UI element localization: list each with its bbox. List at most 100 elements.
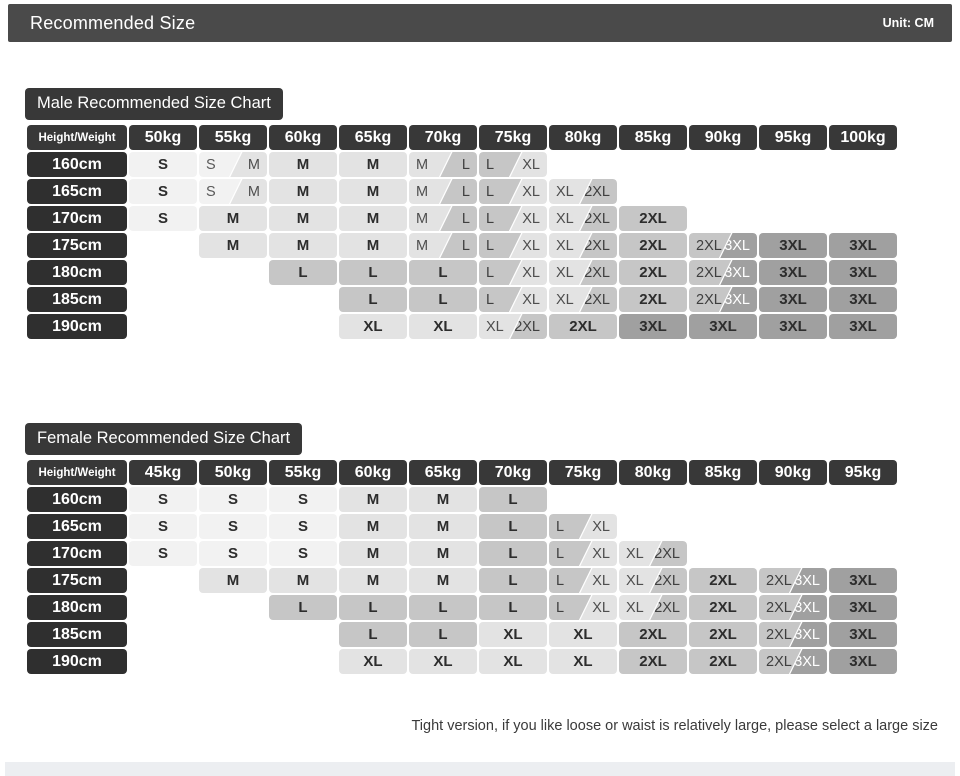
- table-row: 160cm S M S M M L M XL L: [27, 152, 897, 177]
- size-cell-split: 2XL XL: [619, 568, 687, 593]
- weight-header-cell: 65kg: [339, 125, 407, 150]
- footer-bar: [5, 762, 955, 776]
- size-cell-empty: [759, 541, 827, 566]
- table-header-row: Height/Weight 50kg 55kg 60kg 65kg 70kg 75kg 80k…: [27, 125, 897, 150]
- size-cell: L: [339, 260, 407, 285]
- size-cell-empty: [199, 314, 267, 339]
- size-cell: 3XL: [829, 314, 897, 339]
- size-cell-split: 3XL 2XL: [759, 649, 827, 674]
- weight-header-cell: 60kg: [339, 460, 407, 485]
- weight-header-cell: 75kg: [549, 460, 617, 485]
- size-cell: XL: [549, 649, 617, 674]
- size-cell-split: 3XL 2XL: [689, 287, 757, 312]
- size-cell: 2XL: [619, 287, 687, 312]
- height-header-cell: 185cm: [27, 287, 127, 312]
- size-cell-split: XL L: [479, 287, 547, 312]
- weight-header-cell: 65kg: [409, 460, 477, 485]
- size-cell-empty: [129, 649, 197, 674]
- weight-header-cell: 100kg: [829, 125, 897, 150]
- table-row: 165cm S M S M M L M XL L 2XL XL: [27, 179, 897, 204]
- height-header-cell: 190cm: [27, 314, 127, 339]
- height-header-cell: 175cm: [27, 568, 127, 593]
- size-cell-empty: [829, 541, 897, 566]
- height-header-cell: 170cm: [27, 206, 127, 231]
- weight-header-cell: 90kg: [689, 125, 757, 150]
- size-cell-empty: [549, 152, 617, 177]
- size-cell-split: 3XL 2XL: [759, 622, 827, 647]
- size-cell: L: [479, 595, 547, 620]
- size-cell-empty: [619, 179, 687, 204]
- size-cell: 2XL: [549, 314, 617, 339]
- corner-header-cell: Height/Weight: [27, 460, 127, 485]
- size-cell-split: XL L: [479, 260, 547, 285]
- size-cell-empty: [619, 487, 687, 512]
- size-cell: 3XL: [759, 314, 827, 339]
- size-cell-empty: [829, 179, 897, 204]
- weight-header-cell: 95kg: [829, 460, 897, 485]
- size-cell: 2XL: [689, 649, 757, 674]
- size-cell: XL: [549, 622, 617, 647]
- size-cell: M: [339, 206, 407, 231]
- size-cell: 3XL: [619, 314, 687, 339]
- table-row: 175cm M M M M L XL L 2XL XL 2XL 3XL 2XL 3XL: [27, 568, 897, 593]
- size-cell: L: [409, 595, 477, 620]
- page-header-bar: Recommended Size Unit: CM: [8, 4, 952, 42]
- size-cell-split: XL L: [479, 206, 547, 231]
- corner-header-cell: Height/Weight: [27, 125, 127, 150]
- height-header-cell: 165cm: [27, 179, 127, 204]
- height-header-cell: 185cm: [27, 622, 127, 647]
- size-cell: S: [269, 541, 337, 566]
- size-cell: 2XL: [619, 622, 687, 647]
- weight-header-cell: 55kg: [199, 125, 267, 150]
- size-cell: 3XL: [829, 622, 897, 647]
- size-cell: 2XL: [689, 595, 757, 620]
- size-cell: 2XL: [689, 622, 757, 647]
- size-cell-empty: [759, 514, 827, 539]
- table-row: 165cm S S S M M L XL L: [27, 514, 897, 539]
- table-row: 175cm M M M L M XL L 2XL XL 2XL 3XL 2XL 3XL 3XL: [27, 233, 897, 258]
- size-cell-empty: [829, 152, 897, 177]
- size-cell: S: [199, 541, 267, 566]
- table-row: 190cm XL XL 2XL XL 2XL 3XL 3XL 3XL 3XL: [27, 314, 897, 339]
- height-header-cell: 175cm: [27, 233, 127, 258]
- size-cell: M: [409, 487, 477, 512]
- table-row: 190cm XL XL XL XL 2XL 2XL 3XL 2XL 3XL: [27, 649, 897, 674]
- size-cell-empty: [759, 179, 827, 204]
- size-cell-split: XL L: [479, 152, 547, 177]
- size-cell-split: MS: [199, 179, 267, 204]
- size-cell-empty: [129, 568, 197, 593]
- size-cell-split: 2XL XL: [549, 233, 617, 258]
- size-cell: 2XL: [619, 649, 687, 674]
- size-cell: 3XL: [759, 260, 827, 285]
- size-cell-empty: [619, 514, 687, 539]
- size-cell: 3XL: [829, 595, 897, 620]
- table-row: 180cm L L L XL L 2XL XL 2XL 3XL 2XL 3XL 3XL: [27, 260, 897, 285]
- height-header-cell: 160cm: [27, 152, 127, 177]
- size-cell: L: [339, 287, 407, 312]
- weight-header-cell: 90kg: [759, 460, 827, 485]
- size-cell: S: [269, 514, 337, 539]
- weight-header-cell: 85kg: [619, 125, 687, 150]
- size-cell-empty: [759, 206, 827, 231]
- table-row: 160cm S S S M M L: [27, 487, 897, 512]
- size-cell: 3XL: [829, 568, 897, 593]
- size-cell: 2XL: [619, 260, 687, 285]
- size-cell: M: [409, 541, 477, 566]
- size-cell: S: [129, 206, 197, 231]
- size-cell-empty: [269, 649, 337, 674]
- weight-header-cell: 80kg: [549, 125, 617, 150]
- size-cell-empty: [129, 595, 197, 620]
- size-cell-empty: [269, 622, 337, 647]
- weight-header-cell: 85kg: [689, 460, 757, 485]
- size-cell-empty: [689, 206, 757, 231]
- size-cell-empty: [129, 233, 197, 258]
- size-cell: M: [269, 568, 337, 593]
- size-cell-empty: [199, 622, 267, 647]
- page-title: Recommended Size: [30, 12, 196, 33]
- size-cell-split: 2XL XL: [479, 314, 547, 339]
- size-cell: M: [339, 568, 407, 593]
- size-cell-empty: [199, 260, 267, 285]
- height-header-cell: 190cm: [27, 649, 127, 674]
- weight-header-cell: 50kg: [129, 125, 197, 150]
- size-cell: M: [409, 514, 477, 539]
